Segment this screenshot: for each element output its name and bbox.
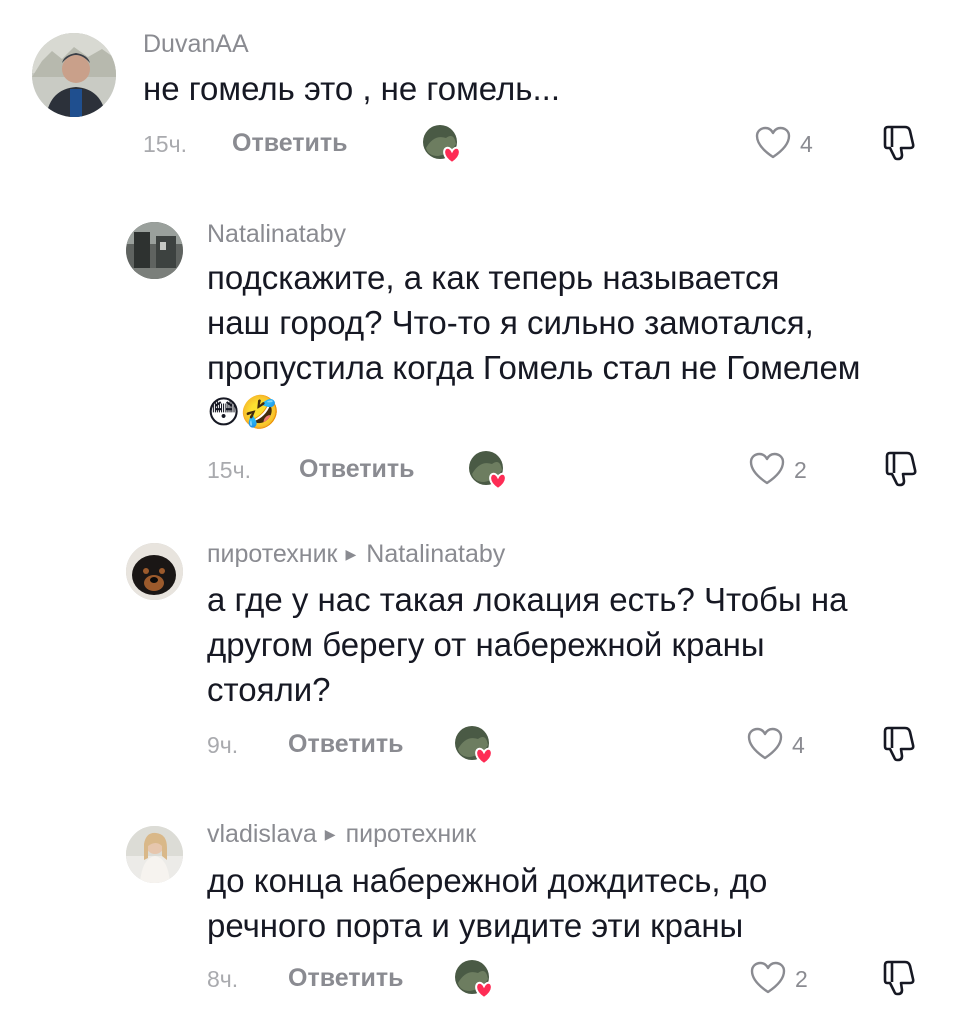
comment-text: не гомель это , не гомель... (143, 66, 560, 111)
comment-line: наш город? Что-то я сильно замотался, (207, 304, 814, 341)
comment-username[interactable]: Natalinataby (207, 220, 346, 249)
triangle-right-icon: ▶ (324, 826, 336, 842)
avatar[interactable] (126, 222, 183, 279)
comment-line: а где у нас такая локация есть? Чтобы на (207, 581, 848, 618)
comment-line: речного порта и увидите эти краны (207, 907, 744, 944)
username-text[interactable]: Natalinataby (207, 220, 346, 248)
comment-text: а где у нас такая локация есть? Чтобы на… (207, 577, 847, 712)
like-button[interactable]: 2 (750, 959, 810, 999)
dislike-button[interactable] (883, 450, 919, 493)
heart-outline-icon (750, 961, 786, 994)
comment-item: пиротехник ▶ Natalinataby а где у нас така… (0, 525, 954, 795)
reply-button[interactable]: Ответить (288, 730, 404, 759)
thumbs-down-icon (885, 451, 917, 487)
comment-line: стояли? (207, 671, 331, 708)
dislike-button[interactable] (881, 725, 917, 768)
like-button[interactable]: 4 (755, 124, 815, 164)
comment-item: DuvanAA не гомель это , не гомель... 15ч… (0, 0, 954, 190)
like-button[interactable]: 4 (747, 725, 807, 765)
comment-line: подскажите, а как теперь называется (207, 259, 780, 296)
comment-line: не гомель это , не гомель... (143, 70, 560, 107)
like-button[interactable]: 2 (749, 450, 809, 490)
reply-button[interactable]: Ответить (288, 964, 404, 993)
username-text[interactable]: пиротехник (207, 540, 338, 568)
username-text[interactable]: DuvanAA (143, 30, 249, 58)
creator-liked-icon (452, 725, 494, 766)
comment-line: до конца набережной дождитесь, до (207, 862, 768, 899)
thumbs-down-icon (883, 960, 915, 996)
reply-button[interactable]: Ответить (299, 455, 415, 484)
comment-line: пропустила когда Гомель стал не Гомелем (207, 349, 861, 386)
comment-line: 😳🤣 (207, 394, 281, 430)
avatar[interactable] (126, 543, 183, 600)
username-text[interactable]: vladislava (207, 820, 317, 848)
avatar[interactable] (32, 33, 116, 117)
avatar[interactable] (126, 826, 183, 883)
like-count: 2 (794, 457, 807, 483)
creator-liked-icon (466, 450, 508, 491)
dislike-button[interactable] (881, 959, 917, 1002)
comment-username[interactable]: DuvanAA (143, 30, 249, 59)
comment-username[interactable]: vladislava ▶ пиротехник (207, 820, 476, 849)
comment-actions: 15ч. Ответить 4 (143, 124, 933, 167)
heart-outline-icon (749, 452, 785, 485)
comment-time: 9ч. (207, 732, 239, 758)
heart-outline-icon (755, 126, 791, 159)
comment-text: до конца набережной дождитесь, до речног… (207, 858, 767, 948)
reply-button[interactable]: Ответить (232, 129, 348, 158)
comment-actions: 8ч. Ответить 2 (207, 959, 933, 1002)
comment-text: подскажите, а как теперь называется наш … (207, 255, 861, 435)
like-count: 4 (800, 131, 813, 157)
comment-actions: 9ч. Ответить 4 (207, 725, 933, 768)
comment-item: vladislava ▶ пиротехник до конца набережно… (0, 808, 954, 1024)
comment-time: 15ч. (207, 457, 251, 483)
thumbs-down-icon (883, 726, 915, 762)
comment-time: 8ч. (207, 966, 239, 992)
creator-liked-icon (452, 959, 494, 1000)
creator-liked-icon (420, 124, 462, 165)
like-count: 2 (795, 966, 808, 992)
reply-to-username[interactable]: Natalinataby (366, 540, 505, 568)
comment-line: другом берегу от набережной краны (207, 626, 765, 663)
comment-time: 15ч. (143, 131, 187, 157)
triangle-right-icon: ▶ (345, 546, 357, 562)
like-count: 4 (792, 732, 805, 758)
comment-username[interactable]: пиротехник ▶ Natalinataby (207, 540, 505, 569)
dislike-button[interactable] (881, 124, 917, 167)
comment-actions: 15ч. Ответить 2 (207, 450, 933, 493)
thumbs-down-icon (883, 125, 915, 161)
heart-outline-icon (747, 727, 783, 760)
comment-item: Natalinataby подскажите, а как теперь на… (0, 200, 954, 510)
reply-to-username[interactable]: пиротехник (346, 820, 477, 848)
